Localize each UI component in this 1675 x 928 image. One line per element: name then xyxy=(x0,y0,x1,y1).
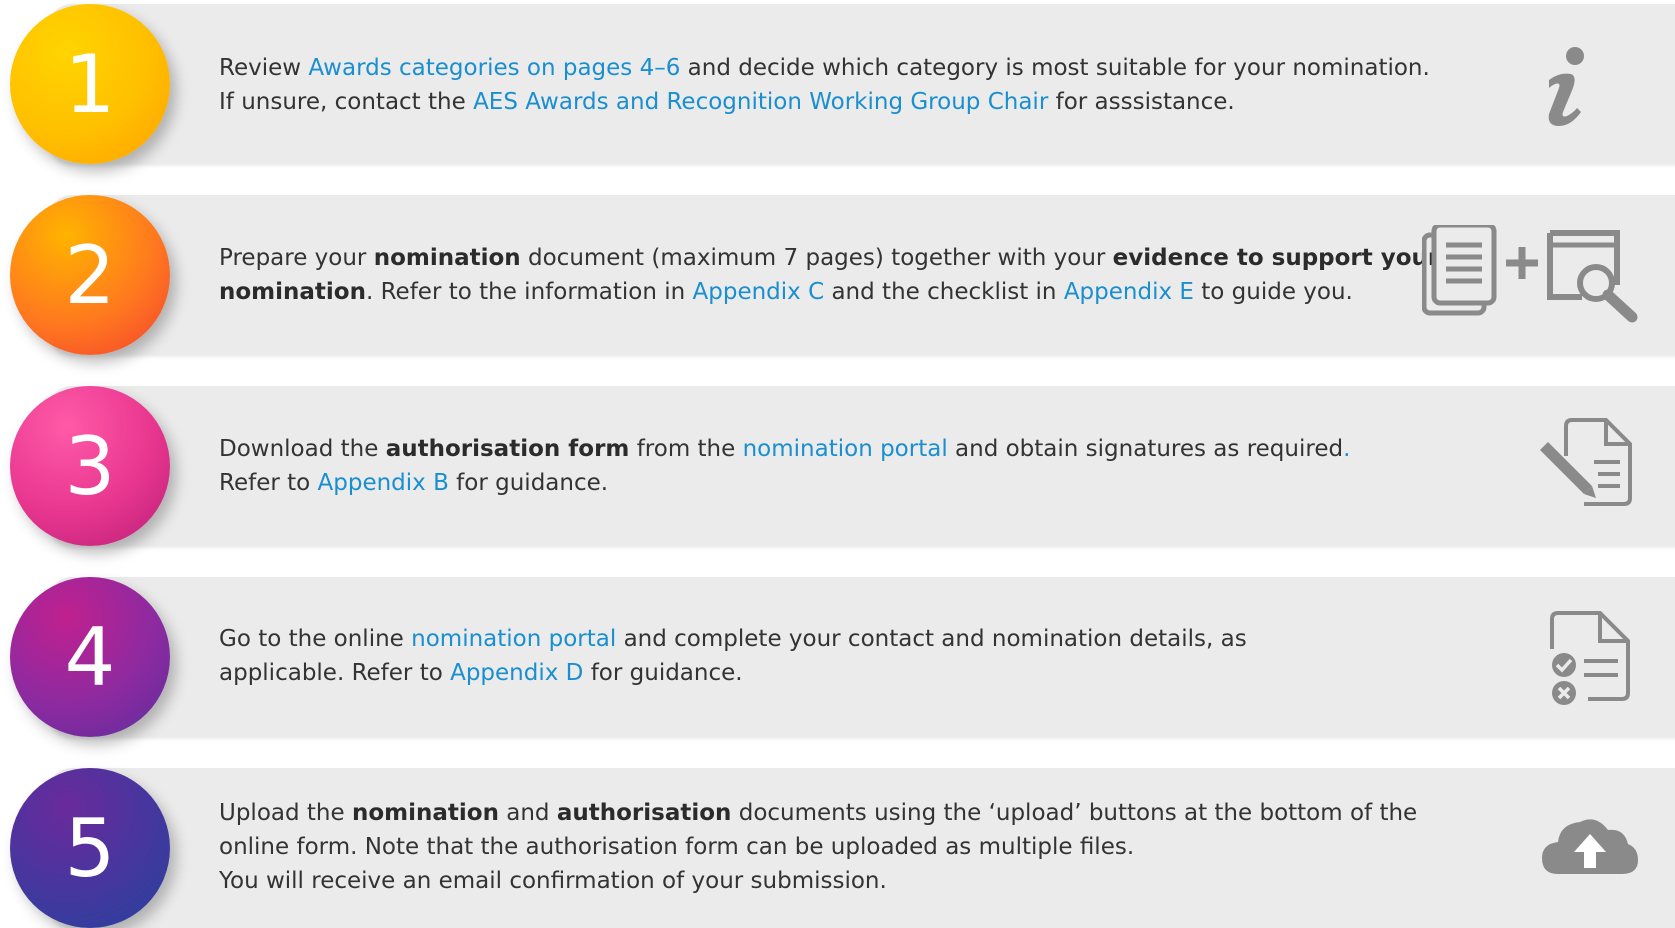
step-number: 5 xyxy=(64,801,116,895)
step-line: If unsure, contact the AES Awards and Re… xyxy=(219,85,1389,119)
text-run: to guide you. xyxy=(1193,279,1353,305)
text-run: and complete your contact and nomination… xyxy=(616,626,1247,652)
text-run: You will receive an email confirmation o… xyxy=(219,868,887,894)
text-run: online form. Note that the authorisation… xyxy=(219,834,1135,860)
awards-categories-link[interactable]: Awards categories on pages 4–6 xyxy=(308,55,680,81)
step-number: 2 xyxy=(64,228,116,322)
text-run: and obtain signatures as required xyxy=(947,436,1344,462)
step-2: 2 Prepare your nomination document (maxi… xyxy=(0,195,1675,355)
text-run-bold: nomination xyxy=(219,279,366,305)
documents-plus-search-icon xyxy=(1422,225,1638,323)
text-run: Refer to xyxy=(219,470,318,496)
info-icon xyxy=(1548,47,1584,126)
step-text: Download the authorisation form from the… xyxy=(219,432,1389,500)
step-line: Go to the online nomination portal and c… xyxy=(219,622,1389,656)
appendix-b-link[interactable]: Appendix B xyxy=(318,470,449,496)
step-text: Prepare your nomination document (maximu… xyxy=(219,241,1439,309)
text-run-bold: nomination xyxy=(351,800,499,826)
text-run: and the checklist in xyxy=(824,279,1064,305)
text-run: Download the xyxy=(219,436,386,462)
text-run: for asssistance. xyxy=(1048,89,1235,115)
text-run: Upload the xyxy=(219,800,352,826)
cloud-upload-icon xyxy=(1542,819,1638,874)
step-5: 5 Upload the nomination and authorisatio… xyxy=(0,768,1675,928)
step-line: You will receive an email confirmation o… xyxy=(219,864,1389,898)
text-run: Prepare your xyxy=(219,245,374,271)
text-run: applicable. Refer to xyxy=(219,660,451,686)
text-run: from the xyxy=(629,436,743,462)
step-line: Prepare your nomination document (maximu… xyxy=(219,241,1439,275)
appendix-d-link[interactable]: Appendix D xyxy=(450,660,583,686)
text-run-bold: authorisation form xyxy=(385,436,630,462)
step-number: 4 xyxy=(64,610,116,704)
step-4: 4 Go to the online nomination portal and… xyxy=(0,577,1675,737)
checklist-document-icon xyxy=(1550,611,1630,705)
text-run: . Refer to the information in xyxy=(365,279,693,305)
step-number: 3 xyxy=(64,419,116,513)
step-line: Download the authorisation form from the… xyxy=(219,432,1389,466)
appendix-c-link[interactable]: Appendix C xyxy=(693,279,825,305)
step-3: 3 Download the authorisation form from t… xyxy=(0,386,1675,546)
appendix-e-link[interactable]: Appendix E xyxy=(1064,279,1194,305)
step-line: Refer to Appendix B for guidance. xyxy=(219,466,1389,500)
step-line: nomination. Refer to the information in … xyxy=(219,275,1389,309)
text-run-bold: evidence to support your xyxy=(1112,245,1440,271)
step-text: Go to the online nomination portal and c… xyxy=(219,622,1389,690)
step-1: 1 Review Awards categories on pages 4–6 … xyxy=(0,4,1675,164)
step-line: Review Awards categories on pages 4–6 an… xyxy=(219,51,1430,85)
text-run: for guidance. xyxy=(448,470,609,496)
text-run: If unsure, contact the xyxy=(219,89,474,115)
working-group-chair-link[interactable]: AES Awards and Recognition Working Group… xyxy=(473,89,1048,115)
text-run: Go to the online xyxy=(219,626,412,652)
sign-document-icon xyxy=(1540,418,1632,506)
text-run-bold: authorisation xyxy=(556,800,732,826)
text-run: and decide which category is most suitab… xyxy=(680,55,1430,81)
text-run: and xyxy=(498,800,557,826)
text-run-link: . xyxy=(1343,436,1351,462)
text-run: documents using the ‘upload’ buttons at … xyxy=(731,800,1418,826)
step-text: Review Awards categories on pages 4–6 an… xyxy=(219,51,1430,119)
nomination-portal-link[interactable]: nomination portal xyxy=(411,626,616,652)
text-run: for guidance. xyxy=(583,660,743,686)
step-text: Upload the nomination and authorisation … xyxy=(219,796,1417,898)
step-line: online form. Note that the authorisation… xyxy=(219,830,1389,864)
text-run: document (maximum 7 pages) together with… xyxy=(520,245,1113,271)
step-line: Upload the nomination and authorisation … xyxy=(219,796,1417,830)
nomination-portal-link[interactable]: nomination portal xyxy=(743,436,948,462)
step-line: applicable. Refer to Appendix D for guid… xyxy=(219,656,1389,690)
text-run: Review xyxy=(219,55,309,81)
text-run-bold: nomination xyxy=(373,245,521,271)
step-number: 1 xyxy=(64,37,116,131)
